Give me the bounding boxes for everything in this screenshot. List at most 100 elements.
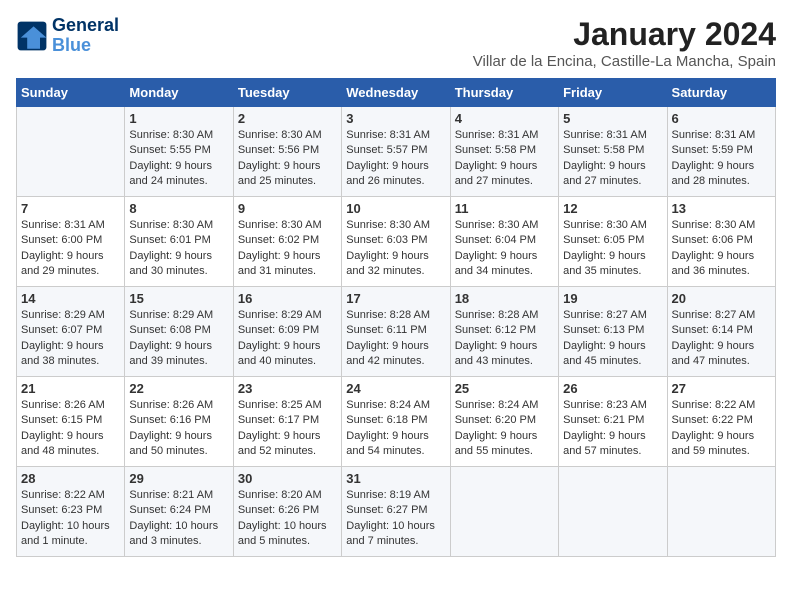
calendar-cell: 29Sunrise: 8:21 AMSunset: 6:24 PMDayligh… xyxy=(125,467,233,557)
cell-content: Sunrise: 8:31 AMSunset: 5:58 PMDaylight:… xyxy=(455,128,554,190)
cell-line: and 26 minutes. xyxy=(346,175,424,187)
cell-line: and 48 minutes. xyxy=(21,445,99,457)
cell-line: Sunrise: 8:27 AM xyxy=(563,309,647,321)
cell-line: and 55 minutes. xyxy=(455,445,533,457)
day-number: 15 xyxy=(129,291,228,306)
cell-content: Sunrise: 8:27 AM Sunset: 6:13 PM Daylight:… xyxy=(563,308,662,370)
cell-line: Daylight: 9 hours xyxy=(238,250,321,262)
day-number: 27 xyxy=(672,381,771,396)
calendar-cell: 12Sunrise: 8:30 AMSunset: 6:05 PMDayligh… xyxy=(559,197,667,287)
day-number: 23 xyxy=(238,381,337,396)
calendar-cell xyxy=(559,467,667,557)
cell-line: Sunrise: 8:31 AM xyxy=(455,129,539,141)
day-number: 31 xyxy=(346,471,445,486)
cell-line: and 59 minutes. xyxy=(672,445,750,457)
cell-line: Sunset: 6:17 PM xyxy=(238,414,319,426)
cell-line: and 31 minutes. xyxy=(238,265,316,277)
cell-line: Daylight: 9 hours xyxy=(346,250,429,262)
cell-line: Sunrise: 8:30 AM xyxy=(563,219,647,231)
cell-line: and 32 minutes. xyxy=(346,265,424,277)
calendar-cell: 2Sunrise: 8:30 AMSunset: 5:56 PMDaylight… xyxy=(233,107,341,197)
calendar-cell: 19Sunrise: 8:27 AMSunset: 6:13 PMDayligh… xyxy=(559,287,667,377)
cell-content: Sunrise: 8:30 AMSunset: 6:05 PMDaylight:… xyxy=(563,218,662,280)
cell-line: Daylight: 9 hours xyxy=(21,430,104,442)
day-number: 30 xyxy=(238,471,337,486)
cell-line: Sunset: 5:58 PM xyxy=(563,144,644,156)
calendar-cell: 25Sunrise: 8:24 AMSunset: 6:20 PMDayligh… xyxy=(450,377,558,467)
day-number: 22 xyxy=(129,381,228,396)
cell-line: Daylight: 9 hours xyxy=(129,250,212,262)
cell-line: Sunrise: 8:27 AM xyxy=(672,309,756,321)
cell-line: and 45 minutes. xyxy=(563,355,641,367)
cell-line: and 25 minutes. xyxy=(238,175,316,187)
cell-content: Sunrise: 8:29 AMSunset: 6:07 PMDaylight:… xyxy=(21,308,120,370)
calendar-cell: 24Sunrise: 8:24 AMSunset: 6:18 PMDayligh… xyxy=(342,377,450,467)
calendar-cell: 23 Sunrise: 8:25 AM Sunset: 6:17 PM Dayligh… xyxy=(233,377,341,467)
cell-line: Daylight: 9 hours xyxy=(563,250,646,262)
cell-line: and 27 minutes. xyxy=(563,175,641,187)
day-number: 24 xyxy=(346,381,445,396)
calendar-cell: 28Sunrise: 8:22 AMSunset: 6:23 PMDayligh… xyxy=(17,467,125,557)
week-row-0: 1 Sunrise: 8:30 AM Sunset: 5:55 PM Daylight… xyxy=(17,107,776,197)
cell-line: Sunset: 6:21 PM xyxy=(563,414,644,426)
cell-line: Daylight: 9 hours xyxy=(346,160,429,172)
cell-line: Sunset: 6:13 PM xyxy=(563,324,644,336)
day-number: 18 xyxy=(455,291,554,306)
cell-line: and 35 minutes. xyxy=(563,265,641,277)
cell-content: Sunrise: 8:30 AMSunset: 6:02 PMDaylight:… xyxy=(238,218,337,280)
cell-line: Sunset: 6:22 PM xyxy=(672,414,753,426)
cell-line: Sunrise: 8:29 AM xyxy=(129,309,213,321)
cell-line: Sunrise: 8:22 AM xyxy=(672,399,756,411)
cell-line: and 40 minutes. xyxy=(238,355,316,367)
col-monday: Monday xyxy=(125,79,233,107)
day-number: 6 xyxy=(672,111,771,126)
cell-line: Sunrise: 8:30 AM xyxy=(346,219,430,231)
cell-line: Sunset: 6:09 PM xyxy=(238,324,319,336)
cell-line: Daylight: 9 hours xyxy=(563,340,646,352)
calendar-cell: 27Sunrise: 8:22 AMSunset: 6:22 PMDayligh… xyxy=(667,377,775,467)
week-row-4: 28Sunrise: 8:22 AMSunset: 6:23 PMDayligh… xyxy=(17,467,776,557)
cell-line: Sunset: 6:23 PM xyxy=(21,504,102,516)
calendar-cell: 26Sunrise: 8:23 AMSunset: 6:21 PMDayligh… xyxy=(559,377,667,467)
cell-line: Sunset: 5:55 PM xyxy=(129,144,210,156)
col-wednesday: Wednesday xyxy=(342,79,450,107)
cell-line: Daylight: 9 hours xyxy=(238,430,321,442)
cell-line: Daylight: 10 hours xyxy=(129,520,218,532)
cell-line: and 54 minutes. xyxy=(346,445,424,457)
day-number: 28 xyxy=(21,471,120,486)
cell-line: Sunset: 6:16 PM xyxy=(129,414,210,426)
calendar-cell xyxy=(17,107,125,197)
cell-line: Sunrise: 8:19 AM xyxy=(346,489,430,501)
cell-content: Sunrise: 8:19 AMSunset: 6:27 PMDaylight:… xyxy=(346,488,445,550)
cell-line: Daylight: 9 hours xyxy=(238,160,321,172)
day-number: 16 xyxy=(238,291,337,306)
cell-line: Daylight: 9 hours xyxy=(672,250,755,262)
calendar-cell: 6Sunrise: 8:31 AMSunset: 5:59 PMDaylight… xyxy=(667,107,775,197)
cell-line: Sunset: 6:02 PM xyxy=(238,234,319,246)
cell-content: Sunrise: 8:31 AM Sunset: 5:58 PM Daylight:… xyxy=(563,128,662,190)
cell-content: Sunrise: 8:25 AM Sunset: 6:17 PM Daylight:… xyxy=(238,398,337,460)
calendar-cell: 16Sunrise: 8:29 AMSunset: 6:09 PMDayligh… xyxy=(233,287,341,377)
day-number: 20 xyxy=(672,291,771,306)
day-number: 1 xyxy=(129,111,228,126)
calendar-cell: 4Sunrise: 8:31 AMSunset: 5:58 PMDaylight… xyxy=(450,107,558,197)
cell-line: Sunrise: 8:24 AM xyxy=(346,399,430,411)
cell-content: Sunrise: 8:30 AMSunset: 6:01 PMDaylight:… xyxy=(129,218,228,280)
cell-line: Sunrise: 8:30 AM xyxy=(238,129,322,141)
cell-line: Sunset: 6:24 PM xyxy=(129,504,210,516)
cell-line: Sunrise: 8:25 AM xyxy=(238,399,322,411)
cell-line: Sunset: 5:59 PM xyxy=(672,144,753,156)
cell-line: and 3 minutes. xyxy=(129,535,201,547)
cell-line: Daylight: 9 hours xyxy=(563,160,646,172)
cell-line: and 7 minutes. xyxy=(346,535,418,547)
cell-line: Sunrise: 8:30 AM xyxy=(129,219,213,231)
calendar-cell: 18Sunrise: 8:28 AMSunset: 6:12 PMDayligh… xyxy=(450,287,558,377)
cell-line: Sunset: 6:27 PM xyxy=(346,504,427,516)
day-number: 11 xyxy=(455,201,554,216)
cell-line: Sunset: 6:03 PM xyxy=(346,234,427,246)
cell-line: Sunrise: 8:31 AM xyxy=(563,129,647,141)
cell-content: Sunrise: 8:20 AMSunset: 6:26 PMDaylight:… xyxy=(238,488,337,550)
cell-line: and 1 minute. xyxy=(21,535,88,547)
week-row-1: 7Sunrise: 8:31 AMSunset: 6:00 PMDaylight… xyxy=(17,197,776,287)
cell-content: Sunrise: 8:30 AMSunset: 6:04 PMDaylight:… xyxy=(455,218,554,280)
